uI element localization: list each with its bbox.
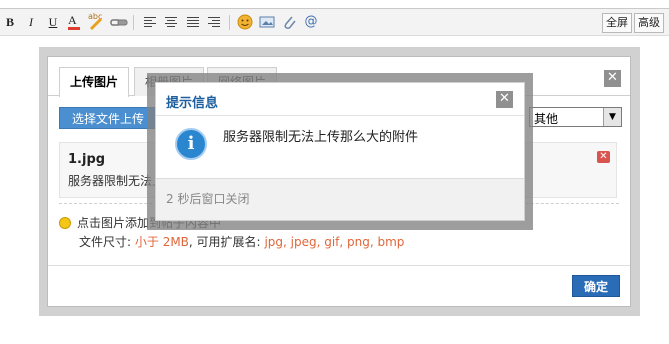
underline-button[interactable]: U [44,13,62,31]
spellcheck-button[interactable]: abc [86,12,104,31]
category-select[interactable]: 其他 ▼ [529,107,622,127]
pencil-icon [89,17,103,31]
message-text: 服务器限制无法上传那么大的附件 [223,130,419,145]
align-center-button[interactable] [162,13,180,31]
chain-link-icon [110,19,128,26]
font-color-swatch [68,27,80,30]
link-icon-button[interactable] [110,13,128,31]
confirm-button[interactable]: 确定 [572,275,620,297]
toolbar-divider [229,15,230,30]
message-box: 提示信息 ✕ i 服务器限制无法上传那么大的附件 2 秒后窗口关闭 [155,82,525,221]
lightbulb-icon [59,217,71,229]
close-icon[interactable]: ✕ [604,70,621,87]
editor-toolbar: B I U A abc @ 全屏 高级 [0,8,669,36]
tab-upload-image[interactable]: 上传图片 [59,67,130,97]
italic-button[interactable]: I [22,13,40,31]
mention-button[interactable]: @ [302,13,320,31]
select-file-button[interactable]: 选择文件上传 [59,107,156,129]
smiley-icon [237,14,253,30]
at-icon: @ [304,14,318,29]
chevron-down-icon: ▼ [603,108,621,126]
align-center-icon [165,17,177,27]
align-right-icon [208,17,220,27]
size-value: 小于 2MB [134,235,189,249]
toolbar-divider [133,15,134,30]
align-left-icon [144,17,156,27]
align-left-button[interactable] [141,13,159,31]
bold-button[interactable]: B [1,13,19,31]
align-justify-button[interactable] [184,13,202,31]
footer-divider [48,265,630,266]
message-header-divider [156,115,524,116]
file-name: 1.jpg [68,152,106,167]
insert-image-button[interactable] [258,13,276,31]
image-icon [259,16,275,28]
auto-close-note: 2 秒后窗口关闭 [166,192,250,206]
advanced-button[interactable]: 高级 [634,13,664,33]
align-justify-icon [187,17,199,27]
message-footer: 2 秒后窗口关闭 [156,178,524,220]
paperclip-icon [284,16,296,29]
font-color-button[interactable]: A [65,13,83,31]
file-limits: 文件尺寸: 小于 2MB, 可用扩展名: jpg, jpeg, gif, png… [79,233,404,250]
info-icon: i [175,128,207,160]
emoticon-button[interactable] [236,13,254,31]
delete-icon[interactable]: ✕ [597,151,610,163]
fullscreen-button[interactable]: 全屏 [602,13,632,33]
size-label: 文件尺寸: [79,235,132,249]
category-select-value: 其他 [534,112,559,126]
align-right-button[interactable] [205,13,223,31]
close-icon[interactable]: ✕ [496,91,513,108]
ext-label: , 可用扩展名: [188,235,261,249]
ext-value: jpg, jpeg, gif, png, bmp [264,235,405,249]
attachment-button[interactable] [280,13,298,31]
message-title: 提示信息 [166,96,219,111]
